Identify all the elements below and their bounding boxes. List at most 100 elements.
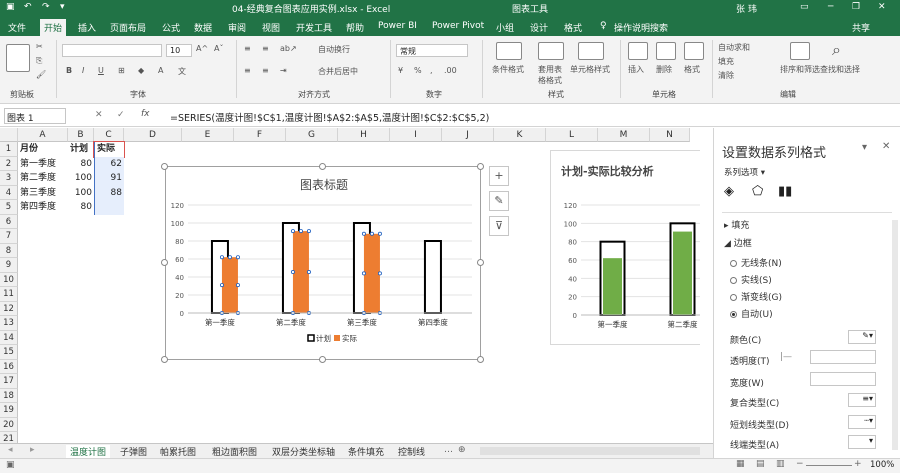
color-picker[interactable]: ✎▾ [848,330,876,344]
column-header[interactable]: G [286,128,338,142]
sheet-tab-pareto[interactable]: 帕累托图 [160,445,196,458]
selection-point[interactable] [306,270,311,275]
add-sheet-icon[interactable]: ⊕ [458,445,466,455]
row-header[interactable]: 9 [0,258,18,273]
sheet-tab-area[interactable]: 粗边面积图 [212,445,257,458]
tell-me-search[interactable]: 操作说明搜索 [614,21,668,34]
legend-label-plan[interactable]: 计划 [316,333,331,343]
selection-point[interactable] [235,283,240,288]
effects-tab-icon[interactable]: ⬠ [752,184,763,199]
more-sheets-icon[interactable]: … [444,445,453,455]
page-break-view-icon[interactable]: ▥ [776,459,785,469]
tab-home[interactable]: 开始 [40,19,67,36]
table-cell[interactable]: 80 [68,200,94,215]
column-header[interactable]: A [18,128,68,142]
column-header[interactable]: J [442,128,494,142]
resize-handle[interactable] [161,356,168,363]
chart-styles-button[interactable]: ✎ [489,191,509,211]
percent-icon[interactable]: % [414,66,422,75]
cut-icon[interactable]: ✂ [36,42,43,51]
selection-point[interactable] [290,229,295,234]
delete-cells-icon[interactable] [656,42,676,60]
tab-developer[interactable]: 开发工具 [296,21,332,34]
tab-insert[interactable]: 插入 [78,21,96,34]
indent-icon[interactable]: ⇥ [280,66,287,75]
compound-type-dropdown[interactable]: ≡▾ [848,393,876,407]
cancel-formula-icon[interactable]: ✕ [95,110,103,120]
chart-title[interactable]: 计划-实际比较分析 [561,164,654,178]
tab-power-bi[interactable]: Power BI [378,21,417,31]
tab-file[interactable]: 文件 [8,21,26,34]
sort-filter-icon[interactable] [790,42,810,60]
tab-help[interactable]: 帮助 [346,21,364,34]
selection-point[interactable] [219,283,224,288]
table-cell[interactable]: 月份 [18,142,68,157]
bar-actual[interactable] [221,257,238,313]
paste-icon[interactable] [6,44,30,72]
grow-font-icon[interactable]: A^ [196,44,208,53]
cell-styles-button[interactable]: 单元格样式 [570,64,610,75]
formula-input[interactable]: =SERIES(温度计图!$C$1,温度计图!$A$2:$A$5,温度计图!$C… [170,110,489,124]
selection-point[interactable] [227,255,232,260]
prev-sheet-icon[interactable]: ◂ [8,445,13,455]
tab-review[interactable]: 审阅 [228,21,246,34]
column-header[interactable]: I [390,128,442,142]
row-header[interactable]: 21 [0,432,18,443]
ribbon-display-icon[interactable]: ▭ [800,2,809,12]
table-cell[interactable]: 100 [68,186,94,201]
fill-button[interactable]: 填充 [718,56,734,67]
selection-point[interactable] [361,231,366,236]
page-layout-view-icon[interactable]: ▤ [756,459,765,469]
italic-icon[interactable]: I [82,66,84,75]
center-align-icon[interactable]: ≡ [262,66,269,75]
column-header[interactable]: C [94,128,124,142]
phonetic-icon[interactable]: 文 [178,66,186,77]
chart-filters-button[interactable]: ⊽ [489,216,509,236]
orientation-icon[interactable]: ab↗ [280,44,297,53]
selection-point[interactable] [235,255,240,260]
normal-view-icon[interactable]: ▦ [736,459,745,469]
font-name-field[interactable] [62,44,162,57]
insert-cells-icon[interactable] [628,42,648,60]
border-section-toggle[interactable]: ◢ 边框 [724,236,752,249]
legend-label-actual[interactable]: 实际 [342,333,357,343]
zoom-out-icon[interactable]: − [796,459,804,469]
comma-icon[interactable]: , [430,66,433,75]
resize-handle[interactable] [161,259,168,266]
selection-point[interactable] [361,271,366,276]
copy-icon[interactable]: ⎘ [36,56,42,66]
middle-align-icon[interactable]: ≡ [262,44,269,53]
format-cells-icon[interactable] [684,42,704,60]
table-cell[interactable]: 100 [68,171,94,186]
bar-actual[interactable] [363,233,380,313]
number-format-field[interactable]: 常规 [396,44,468,57]
minimize-icon[interactable]: ─ [828,2,833,12]
row-header[interactable]: 11 [0,287,18,302]
wrap-text-button[interactable]: 自动换行 [318,44,350,55]
border-icon[interactable]: ⊞ [118,66,125,75]
fill-section-toggle[interactable]: ▸ 填充 [724,218,749,231]
radio-gradient-line[interactable]: 渐变线(G) [730,290,782,303]
next-sheet-icon[interactable]: ▸ [30,445,35,455]
tab-formulas[interactable]: 公式 [162,21,180,34]
row-header[interactable]: 4 [0,185,18,200]
tab-power-pivot[interactable]: Power Pivot [432,21,484,31]
row-header[interactable]: 5 [0,200,18,215]
table-cell[interactable]: 第四季度 [18,200,68,215]
radio-solid-line[interactable]: 实线(S) [730,273,772,286]
merge-center-button[interactable]: 合并后居中 [318,66,358,77]
sheet-tab-control[interactable]: 控制线 [398,445,425,458]
format-painter-icon[interactable]: 🖌 [36,70,46,79]
delete-cells-button[interactable]: 删除 [656,64,672,75]
column-header[interactable]: H [338,128,390,142]
cap-type-dropdown[interactable]: ▾ [848,435,876,449]
zoom-slider[interactable] [806,465,852,466]
dash-type-dropdown[interactable]: ┄▾ [848,415,876,429]
close-icon[interactable]: ✕ [878,2,886,12]
table-cell[interactable]: 88 [94,185,124,200]
autosum-button[interactable]: 自动求和 [718,42,750,53]
series-options-tab-icon[interactable]: ▮▮ [778,184,792,199]
bold-icon[interactable]: B [66,66,72,75]
column-header[interactable]: D [124,128,182,142]
row-header[interactable]: 7 [0,229,18,244]
